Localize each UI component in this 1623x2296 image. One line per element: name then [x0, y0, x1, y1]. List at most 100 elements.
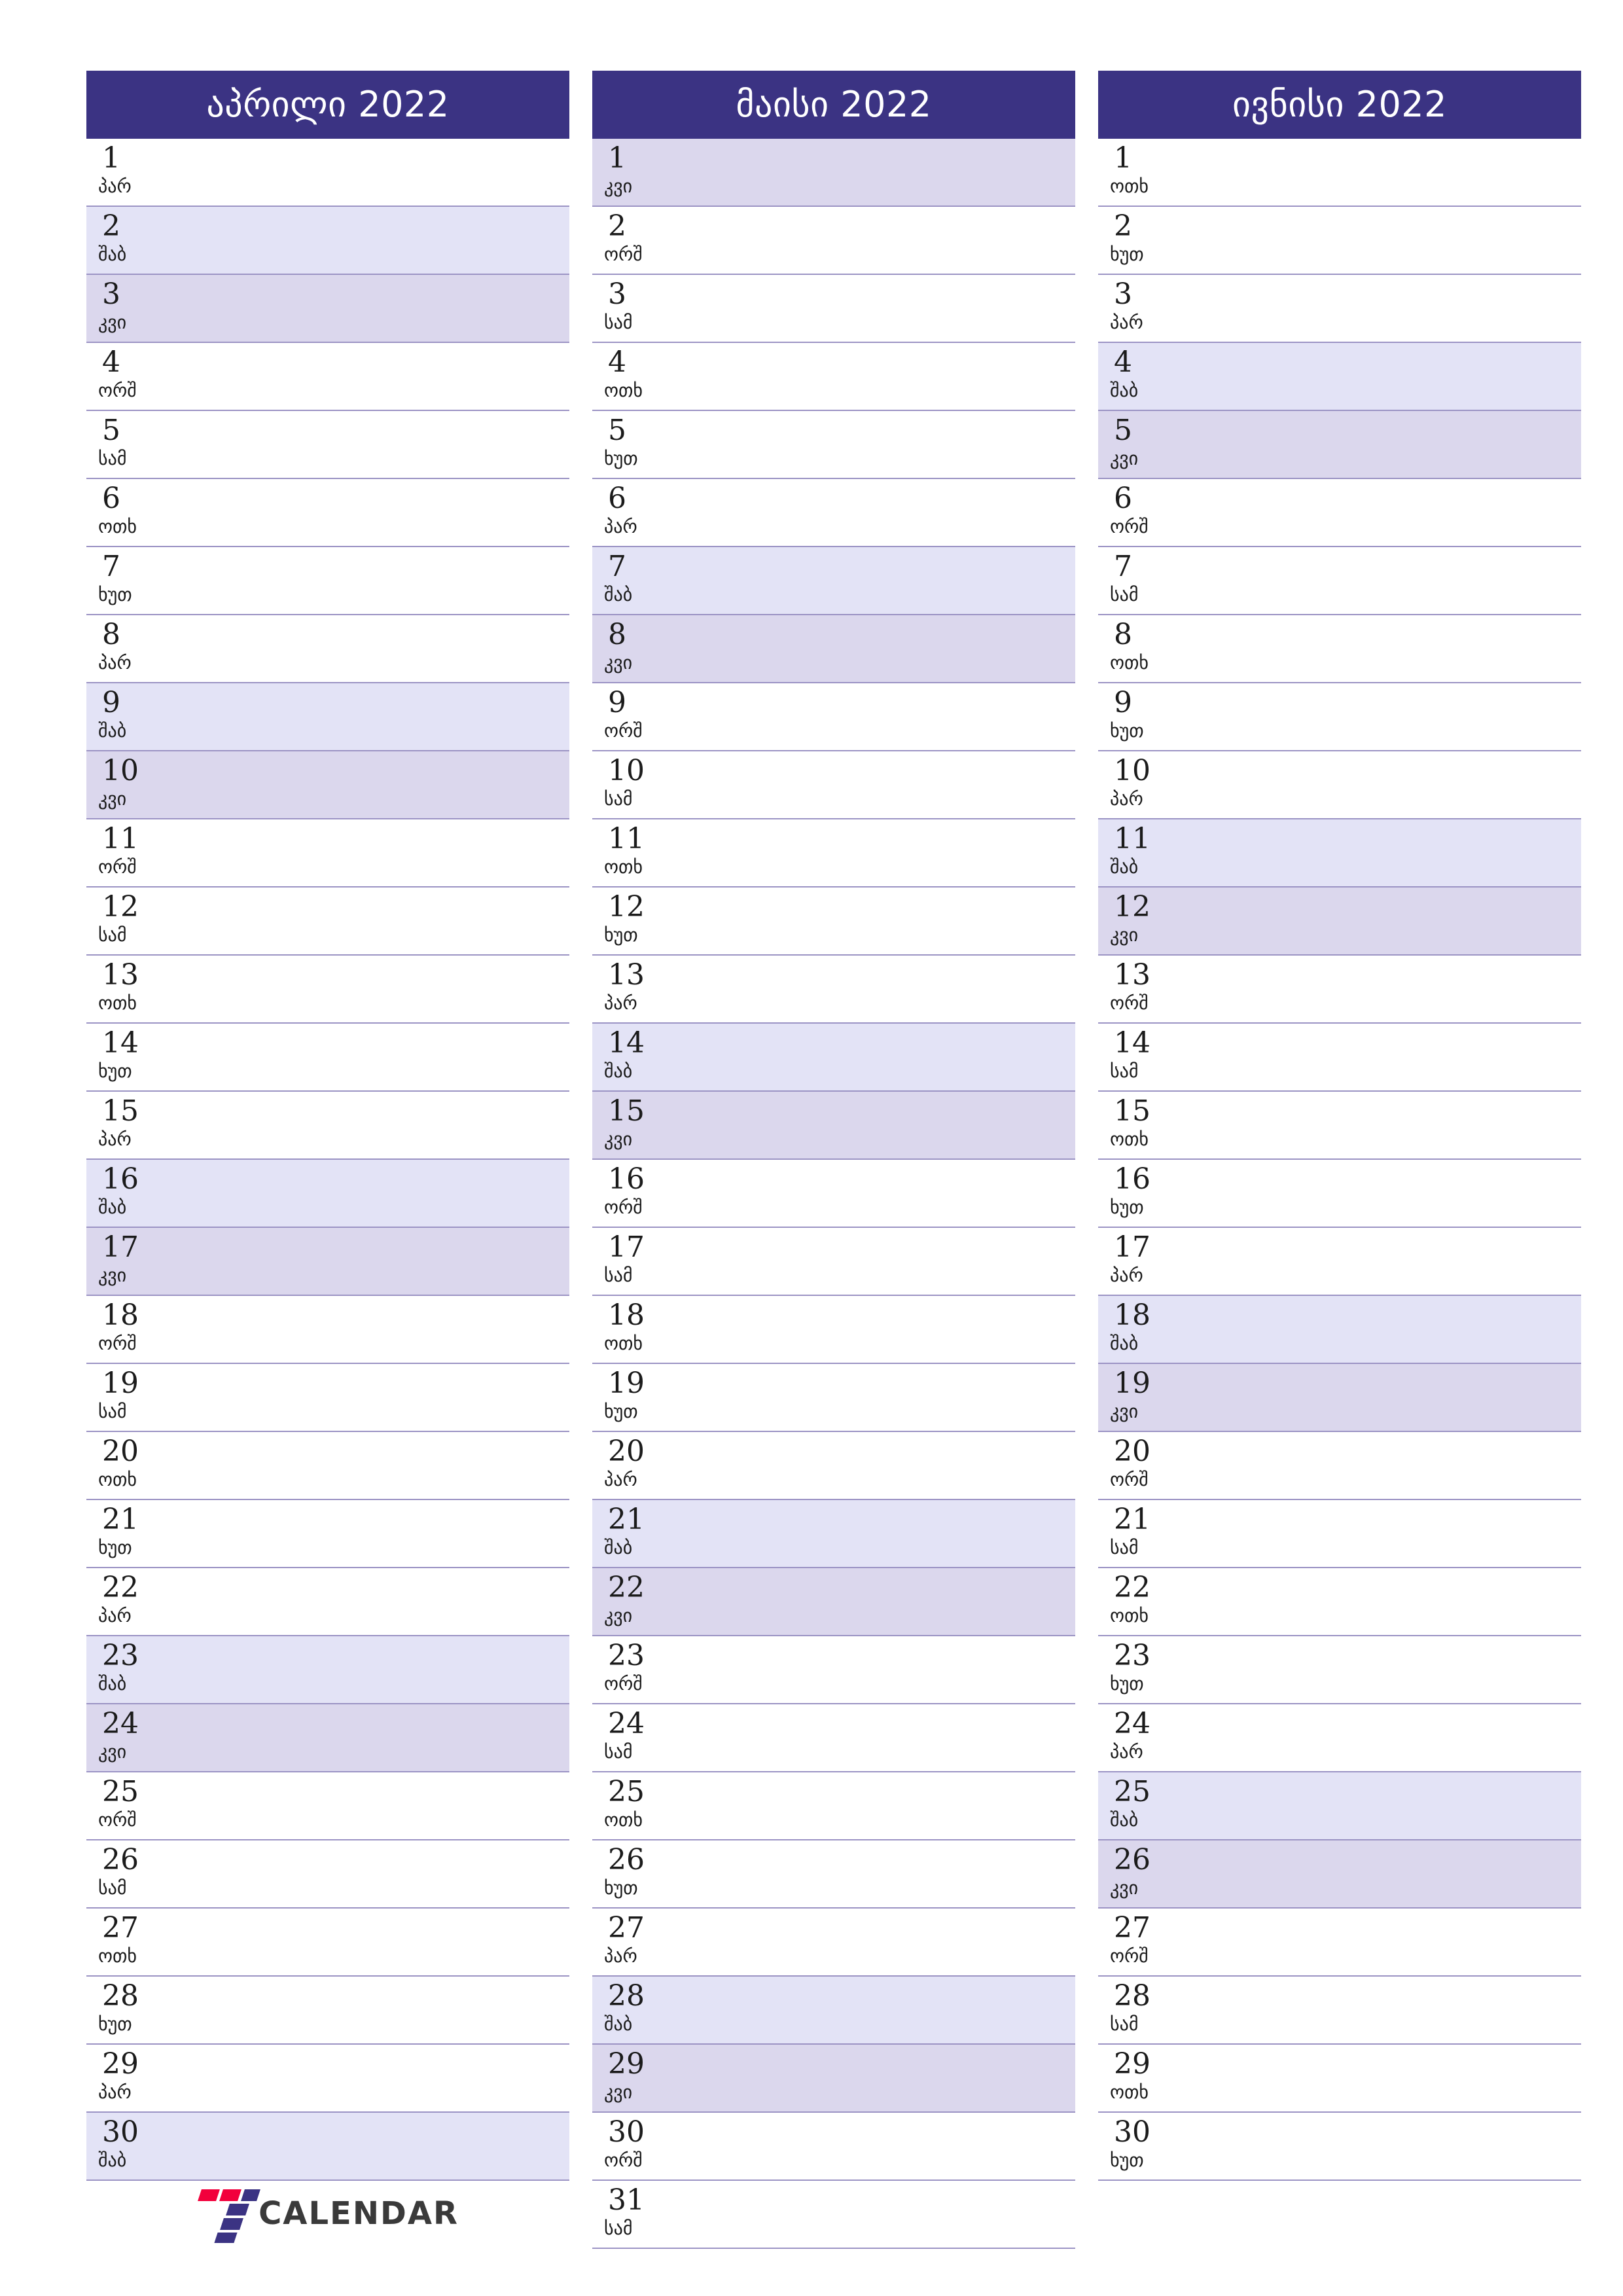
day-row[interactable]: 24 კვი	[86, 1704, 569, 1772]
day-row[interactable]: 12 კვი	[1098, 888, 1581, 956]
day-row[interactable]: 26 კვი	[1098, 1840, 1581, 1909]
day-row[interactable]: 9 შაბ	[86, 683, 569, 751]
day-row[interactable]: 20 ორშ	[1098, 1432, 1581, 1500]
day-row[interactable]: 15 ოთხ	[1098, 1092, 1581, 1160]
day-row[interactable]: 17 კვი	[86, 1228, 569, 1296]
day-row[interactable]: 21 ხუთ	[86, 1500, 569, 1568]
day-row[interactable]: 7 სამ	[1098, 547, 1581, 615]
day-row[interactable]: 11 ოთხ	[592, 819, 1075, 888]
weekday-abbreviation: ორშ	[1110, 1945, 1149, 1967]
day-row[interactable]: 1 ოთხ	[1098, 139, 1581, 207]
day-row[interactable]: 7 შაბ	[592, 547, 1075, 615]
day-row[interactable]: 16 ორშ	[592, 1160, 1075, 1228]
day-row[interactable]: 31 სამ	[592, 2181, 1075, 2249]
day-row[interactable]: 26 ხუთ	[592, 1840, 1075, 1909]
day-row[interactable]: 14 სამ	[1098, 1024, 1581, 1092]
day-row[interactable]: 8 ოთხ	[1098, 615, 1581, 683]
day-row[interactable]: 28 ხუთ	[86, 1977, 569, 2045]
day-row[interactable]: 22 ოთხ	[1098, 1568, 1581, 1636]
day-row[interactable]: 16 შაბ	[86, 1160, 569, 1228]
day-row[interactable]: 1 კვი	[592, 139, 1075, 207]
day-row[interactable]: 12 სამ	[86, 888, 569, 956]
day-row[interactable]: 18 შაბ	[1098, 1296, 1581, 1364]
day-row[interactable]: 13 ოთხ	[86, 956, 569, 1024]
day-row[interactable]: 24 სამ	[592, 1704, 1075, 1772]
day-row[interactable]: 4 ოთხ	[592, 343, 1075, 411]
day-row[interactable]: 18 ოთხ	[592, 1296, 1075, 1364]
day-row[interactable]: 23 შაბ	[86, 1636, 569, 1704]
day-row[interactable]: 2 ხუთ	[1098, 207, 1581, 275]
day-number: 28	[608, 1979, 645, 2013]
day-row[interactable]: 10 კვი	[86, 751, 569, 819]
day-row[interactable]: 10 პარ	[1098, 751, 1581, 819]
day-row[interactable]: 20 პარ	[592, 1432, 1075, 1500]
day-row[interactable]: 19 კვი	[1098, 1364, 1581, 1432]
day-row[interactable]: 28 სამ	[1098, 1977, 1581, 2045]
day-row[interactable]: 2 შაბ	[86, 207, 569, 275]
day-row[interactable]: 25 შაბ	[1098, 1772, 1581, 1840]
day-row[interactable]: 25 ოთხ	[592, 1772, 1075, 1840]
day-row[interactable]: 9 ორშ	[592, 683, 1075, 751]
day-row[interactable]: 29 კვი	[592, 2045, 1075, 2113]
day-row[interactable]: 27 პარ	[592, 1909, 1075, 1977]
day-row[interactable]: 28 შაბ	[592, 1977, 1075, 2045]
day-row[interactable]: 13 ორშ	[1098, 956, 1581, 1024]
day-row[interactable]: 19 ხუთ	[592, 1364, 1075, 1432]
day-row[interactable]: 8 პარ	[86, 615, 569, 683]
day-number: 3	[1114, 278, 1132, 311]
day-row[interactable]: 30 ორშ	[592, 2113, 1075, 2181]
day-row[interactable]: 10 სამ	[592, 751, 1075, 819]
day-row[interactable]: 12 ხუთ	[592, 888, 1075, 956]
day-row[interactable]: 27 ორშ	[1098, 1909, 1581, 1977]
day-row[interactable]: 21 სამ	[1098, 1500, 1581, 1568]
day-row[interactable]: 19 სამ	[86, 1364, 569, 1432]
day-row[interactable]: 29 პარ	[86, 2045, 569, 2113]
day-row[interactable]: 9 ხუთ	[1098, 683, 1581, 751]
day-row[interactable]: 1 პარ	[86, 139, 569, 207]
day-row[interactable]: 3 სამ	[592, 275, 1075, 343]
day-row[interactable]: 3 კვი	[86, 275, 569, 343]
day-row[interactable]: 7 ხუთ	[86, 547, 569, 615]
day-row[interactable]: 29 ოთხ	[1098, 2045, 1581, 2113]
day-row[interactable]: 22 პარ	[86, 1568, 569, 1636]
day-row[interactable]: 14 შაბ	[592, 1024, 1075, 1092]
day-row[interactable]: 13 პარ	[592, 956, 1075, 1024]
day-row[interactable]: 2 ორშ	[592, 207, 1075, 275]
day-row[interactable]: 17 პარ	[1098, 1228, 1581, 1296]
day-row[interactable]: 20 ოთხ	[86, 1432, 569, 1500]
day-row[interactable]: 6 ორშ	[1098, 479, 1581, 547]
day-number: 18	[1114, 1299, 1150, 1332]
day-row[interactable]: 24 პარ	[1098, 1704, 1581, 1772]
day-row[interactable]: 11 შაბ	[1098, 819, 1581, 888]
day-row[interactable]: 18 ორშ	[86, 1296, 569, 1364]
day-row[interactable]: 26 სამ	[86, 1840, 569, 1909]
day-row[interactable]: 17 სამ	[592, 1228, 1075, 1296]
day-row[interactable]: 8 კვი	[592, 615, 1075, 683]
weekday-abbreviation: პარ	[604, 1469, 637, 1490]
day-row[interactable]: 30 შაბ	[86, 2113, 569, 2181]
day-row[interactable]: 25 ორშ	[86, 1772, 569, 1840]
day-number: 19	[608, 1367, 645, 1400]
day-number: 8	[102, 618, 120, 651]
weekday-abbreviation: შაბ	[98, 1196, 127, 1218]
day-row[interactable]: 30 ხუთ	[1098, 2113, 1581, 2181]
day-row[interactable]: 15 პარ	[86, 1092, 569, 1160]
day-row[interactable]: 15 კვი	[592, 1092, 1075, 1160]
day-row[interactable]: 5 ხუთ	[592, 411, 1075, 479]
day-row[interactable]: 21 შაბ	[592, 1500, 1075, 1568]
day-row[interactable]: 23 ორშ	[592, 1636, 1075, 1704]
day-row[interactable]: 4 შაბ	[1098, 343, 1581, 411]
day-row[interactable]: 14 ხუთ	[86, 1024, 569, 1092]
day-row[interactable]: 22 კვი	[592, 1568, 1075, 1636]
day-row[interactable]: 27 ოთხ	[86, 1909, 569, 1977]
day-row[interactable]: 6 პარ	[592, 479, 1075, 547]
day-row[interactable]: 23 ხუთ	[1098, 1636, 1581, 1704]
day-row[interactable]: 11 ორშ	[86, 819, 569, 888]
day-row[interactable]: 5 კვი	[1098, 411, 1581, 479]
day-row[interactable]: 3 პარ	[1098, 275, 1581, 343]
day-row[interactable]: 4 ორშ	[86, 343, 569, 411]
day-row[interactable]: 5 სამ	[86, 411, 569, 479]
day-row[interactable]: 16 ხუთ	[1098, 1160, 1581, 1228]
weekday-abbreviation: ოთხ	[604, 1809, 643, 1831]
day-row[interactable]: 6 ოთხ	[86, 479, 569, 547]
